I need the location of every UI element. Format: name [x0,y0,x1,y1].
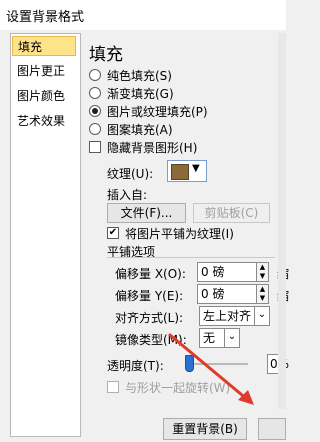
solid-fill-radio[interactable] [89,69,101,81]
offset-y-input[interactable]: 0 磅 [197,284,257,304]
texture-label: 纹理(U): [107,167,154,181]
alignment-select[interactable]: 左上对齐 [199,306,255,326]
offset-y-spinner[interactable]: ▲ ▼ [256,284,269,304]
picture-texture-fill-label[interactable]: 图片或纹理填充(P) [107,103,208,120]
section-heading: 填充 [89,45,123,65]
pattern-fill-label[interactable]: 图案填充(A) [107,121,173,138]
offset-x-spinner[interactable]: ▲ ▼ [256,262,269,282]
gradient-fill-radio[interactable] [89,87,101,99]
nav-item-picture-correction[interactable]: 图片更正 [12,61,76,81]
alignment-chevron-icon[interactable]: ⌄ [254,306,270,326]
insert-from-label: 插入自: [107,188,148,202]
pattern-fill-radio[interactable] [89,123,101,135]
window-title: 设置背景格式 [6,10,85,25]
file-button[interactable]: 文件(F)... [107,203,186,223]
hide-background-checkbox[interactable] [89,141,101,153]
tile-checkbox[interactable]: ✔ [107,227,119,239]
title-bar: 设置背景格式 [0,0,286,31]
hide-background-label[interactable]: 隐藏背景图形(H) [107,139,197,156]
clipboard-button[interactable]: 剪贴板(C) [193,203,270,223]
texture-dropdown[interactable]: ▼ [167,160,207,182]
close-button-partial[interactable] [258,418,286,440]
divider [107,257,275,258]
gradient-fill-label[interactable]: 渐变填充(G) [107,85,174,102]
offset-y-label: 偏移量 Y(E): [115,289,184,303]
nav-item-fill[interactable]: 填充 [12,36,76,56]
tile-label[interactable]: 将图片平铺为纹理(I) [125,225,234,242]
nav-item-picture-color[interactable]: 图片颜色 [12,86,76,106]
reset-background-button[interactable]: 重置背景(B) [163,418,247,440]
nav-item-artistic-effects[interactable]: 艺术效果 [12,111,76,131]
alignment-label: 对齐方式(L): [115,311,184,325]
offset-x-input[interactable]: 0 磅 [197,262,257,282]
picture-texture-fill-radio[interactable] [89,105,101,117]
panel-scrollbar[interactable] [278,33,286,409]
solid-fill-label[interactable]: 纯色填充(S) [107,67,172,84]
category-list: 填充 图片更正 图片颜色 艺术效果 [10,33,81,437]
chevron-down-icon: ▼ [192,163,200,174]
texture-swatch-icon [171,164,189,180]
transparency-label: 透明度(T): [107,359,164,373]
annotation-arrow-icon [168,333,254,405]
rotate-with-shape-checkbox[interactable] [107,381,119,393]
offset-x-label: 偏移量 X(O): [115,267,186,281]
